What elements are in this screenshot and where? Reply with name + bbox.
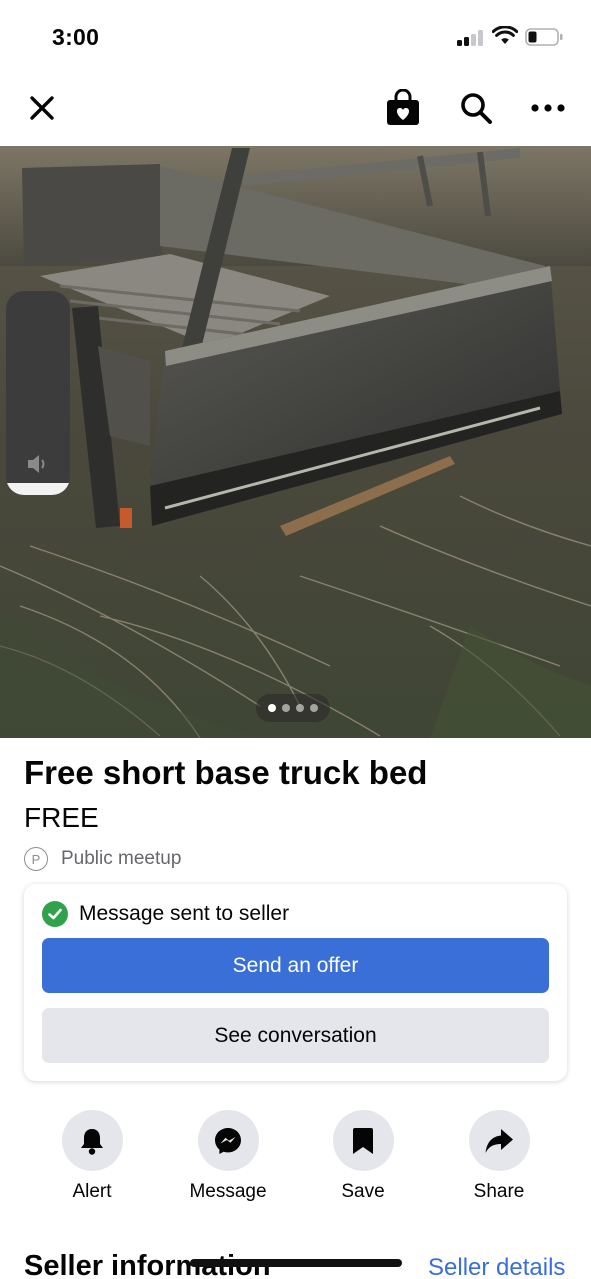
meetup-label: Public meetup <box>61 848 182 869</box>
photo-pager[interactable] <box>256 694 330 722</box>
bookmark-icon[interactable] <box>332 1110 394 1171</box>
action-label: Message <box>189 1181 267 1202</box>
battery-icon <box>525 28 563 46</box>
action-label: Share <box>473 1181 525 1202</box>
search-icon[interactable] <box>454 86 498 130</box>
message-button[interactable]: Message <box>168 1110 288 1203</box>
check-circle-icon <box>42 901 68 927</box>
status-bar: 3:00 <box>0 0 591 72</box>
more-icon[interactable] <box>526 86 570 130</box>
listing-title: Free short base truck bed <box>24 754 428 791</box>
action-label: Save <box>341 1181 385 1202</box>
share-icon[interactable] <box>468 1110 530 1171</box>
shopping-bag-icon[interactable] <box>381 86 425 130</box>
pager-dot[interactable] <box>268 704 276 712</box>
public-meetup-icon: P <box>24 847 48 871</box>
see-conversation-button[interactable]: See conversation <box>42 1008 549 1063</box>
home-indicator[interactable] <box>190 1259 402 1267</box>
messenger-icon[interactable] <box>197 1110 259 1171</box>
seller-details-link[interactable]: Seller details <box>428 1254 565 1279</box>
wifi-icon <box>492 26 518 44</box>
action-bar: Alert Message Save Share <box>0 1110 591 1210</box>
share-button[interactable]: Share <box>439 1110 559 1203</box>
bell-icon[interactable] <box>61 1110 123 1171</box>
alert-button[interactable]: Alert <box>32 1110 152 1203</box>
speaker-icon <box>28 455 45 473</box>
volume-indicator <box>6 291 70 495</box>
listing-price: FREE <box>24 802 99 833</box>
volume-level <box>6 483 70 495</box>
save-button[interactable]: Save <box>303 1110 423 1203</box>
pager-dot[interactable] <box>282 704 290 712</box>
pager-dot[interactable] <box>310 704 318 712</box>
action-label: Alert <box>72 1181 112 1202</box>
status-time: 3:00 <box>52 24 100 50</box>
send-offer-button[interactable]: Send an offer <box>42 938 549 993</box>
meetup-row: P Public meetup <box>24 846 181 872</box>
listing-photo[interactable] <box>0 146 591 738</box>
truck-bed-photo <box>0 146 591 738</box>
close-icon[interactable] <box>20 86 64 130</box>
message-status: Message sent to seller <box>42 901 289 927</box>
cellular-signal-icon <box>457 30 485 46</box>
message-status-text: Message sent to seller <box>79 902 290 925</box>
message-card: Message sent to seller Send an offer See… <box>24 884 567 1081</box>
pager-dot[interactable] <box>296 704 304 712</box>
nav-bar <box>0 72 591 146</box>
